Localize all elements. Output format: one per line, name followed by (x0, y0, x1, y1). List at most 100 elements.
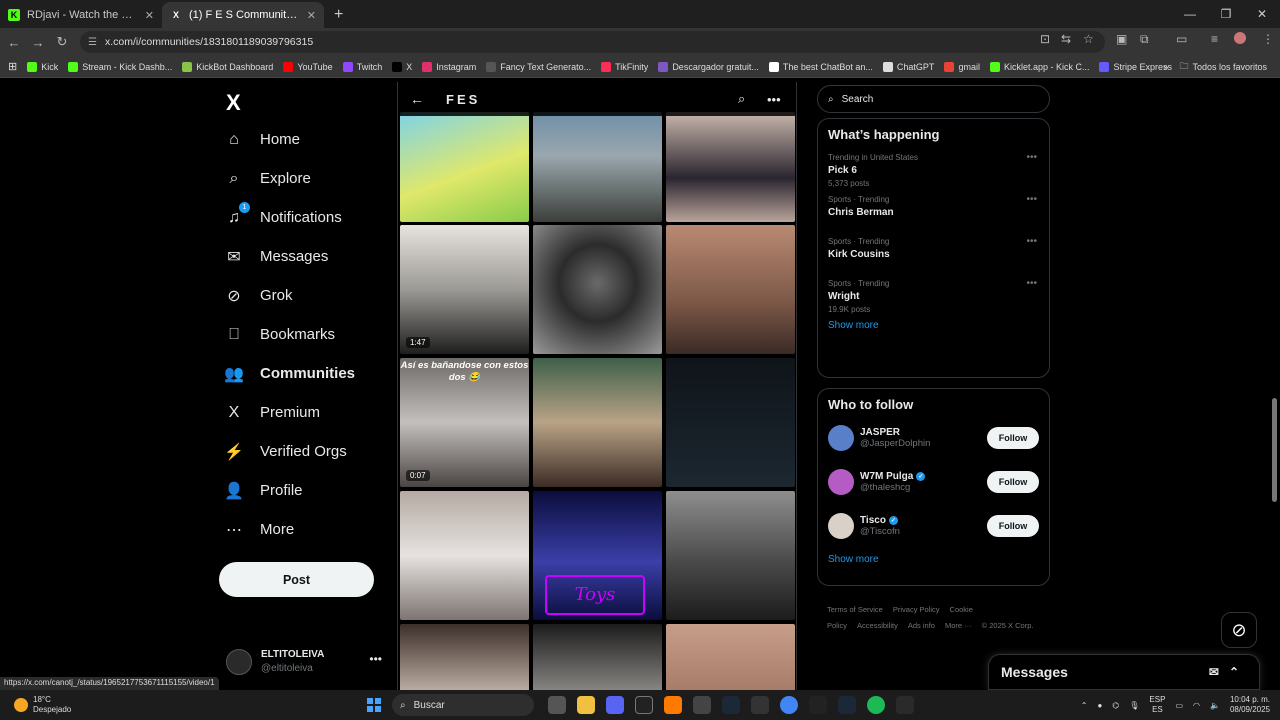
windows-start-icon[interactable] (367, 698, 381, 712)
search-input[interactable]: ⌕ Search (817, 85, 1050, 113)
nav-item-messages[interactable]: ✉ Messages (224, 237, 355, 276)
nav-item-verified-orgs[interactable]: ⚡ Verified Orgs (224, 432, 355, 471)
wifi-icon[interactable]: ◠ (1193, 701, 1200, 710)
nav-item-home[interactable]: ⌂ Home (224, 120, 355, 159)
browser-tab-kick[interactable]: K RDjavi - Watch the VOD on Kick ✕ (0, 2, 162, 28)
app-icon[interactable] (896, 696, 914, 714)
nav-item-grok[interactable]: ⊘ Grok (224, 276, 355, 315)
nav-item-notifications[interactable]: ♫ 1 Notifications (224, 198, 355, 237)
network-icon[interactable]: ⌬ (1112, 701, 1119, 710)
follow-button[interactable]: Follow (987, 471, 1039, 493)
media-thumbnail[interactable] (400, 112, 529, 222)
nav-item-premium[interactable]: X Premium (224, 393, 355, 432)
more-dots-icon[interactable]: ••• (1026, 236, 1037, 247)
translate-icon[interactable]: ⇆ (1061, 32, 1071, 46)
media-thumbnail[interactable] (400, 491, 529, 620)
show-more-link[interactable]: Show more (818, 554, 1049, 565)
follow-suggestion[interactable]: Tisco ✓ @Tiscofn Follow (818, 504, 1049, 548)
media-thumbnail[interactable]: Así es bañandose con estos dos 😂 0:07 (400, 358, 529, 487)
trend-item[interactable]: Trending in United States Pick 6 5,373 pos… (818, 152, 1049, 194)
bookmark-2[interactable]: KickBot Dashboard (177, 61, 278, 72)
trend-item[interactable]: Sports · Trending Chris Berman ••• (818, 194, 1049, 236)
bookmark-10[interactable]: The best ChatBot an... (764, 61, 878, 72)
all-bookmarks-folder[interactable]: 🗀 Todos los favoritos (1174, 59, 1272, 75)
footer-link[interactable]: Privacy Policy (893, 605, 940, 614)
spotify-icon[interactable] (867, 696, 885, 714)
media-thumbnail[interactable]: Toys (533, 491, 662, 620)
address-bar[interactable]: ☰ x.com/i/communities/183180118903979631… (80, 31, 1105, 53)
media-thumbnail[interactable] (400, 624, 529, 690)
app-icon[interactable] (751, 696, 769, 714)
footer-link[interactable]: © 2025 X Corp. (982, 621, 1034, 630)
app-icon[interactable] (664, 696, 682, 714)
steam-icon[interactable] (722, 696, 740, 714)
speaker-icon[interactable]: 🔈 (1210, 701, 1220, 710)
new-message-icon[interactable]: ✉⌃ (1209, 665, 1249, 679)
footer-link[interactable]: Terms of Service (827, 605, 883, 614)
sidepanel-icon[interactable]: ▭ (1176, 32, 1187, 46)
monitor-icon[interactable]: ▭ (1175, 701, 1183, 710)
bookmarks-overflow[interactable]: » (1163, 62, 1168, 72)
bookmark-12[interactable]: gmail (939, 61, 985, 72)
media-thumbnail[interactable] (666, 491, 795, 620)
app-icon[interactable] (809, 696, 827, 714)
close-tab-icon[interactable]: ✕ (307, 9, 316, 22)
back-icon[interactable]: ← (2, 35, 26, 50)
reload-icon[interactable]: ↻ (50, 34, 74, 50)
close-tab-icon[interactable]: ✕ (145, 9, 154, 22)
install-icon[interactable]: ⊡ (1040, 32, 1050, 46)
restore-icon[interactable]: ❐ (1208, 0, 1244, 28)
bookmark-3[interactable]: YouTube (278, 61, 337, 72)
media-thumbnail[interactable]: 1:47 (400, 225, 529, 354)
obs-icon[interactable] (693, 696, 711, 714)
media-thumbnail[interactable] (666, 358, 795, 487)
show-more-link[interactable]: Show more (818, 320, 1049, 331)
browser-tab-x[interactable]: X (1) F E S Community / X ✕ (162, 2, 324, 28)
messages-drawer[interactable]: Messages ✉⌃ (988, 654, 1260, 690)
chrome-icon[interactable] (780, 696, 798, 714)
bookmark-8[interactable]: TikFinity (596, 61, 653, 72)
new-tab-button[interactable]: + (324, 6, 353, 28)
clock[interactable]: 10:04 p. m. 08/09/2025 (1230, 695, 1270, 715)
taskbar-search[interactable]: ⌕ Buscar (392, 694, 534, 716)
nav-item-more[interactable]: ⋯ More (224, 510, 355, 549)
footer-link[interactable]: Ads info (908, 621, 935, 630)
profile-avatar[interactable] (1234, 32, 1246, 44)
more-dots-icon[interactable]: ••• (369, 652, 382, 666)
nav-item-communities[interactable]: 👥 Communities (224, 354, 355, 393)
footer-link[interactable]: Accessibility (857, 621, 898, 630)
media-thumbnail[interactable] (533, 112, 662, 222)
bookmark-9[interactable]: Descargador gratuit... (653, 61, 764, 72)
file-explorer-icon[interactable] (577, 696, 595, 714)
chevron-up-icon[interactable]: ⌃ (1081, 701, 1088, 710)
bookmark-6[interactable]: Instagram (417, 61, 481, 72)
media-thumbnail[interactable] (666, 624, 795, 690)
close-window-icon[interactable]: ✕ (1244, 0, 1280, 28)
media-thumbnail[interactable] (666, 112, 795, 222)
menu-icon[interactable]: ⋮ (1262, 32, 1274, 46)
more-dots-icon[interactable]: ••• (767, 92, 781, 107)
account-switcher[interactable]: ELTITOLEIVA @eltitoleiva ••• (226, 644, 386, 680)
app-tray-icon[interactable]: ● (1097, 701, 1102, 710)
site-info-icon[interactable]: ☰ (88, 37, 97, 48)
x-logo[interactable]: X (226, 90, 241, 116)
task-view-icon[interactable] (548, 696, 566, 714)
star-icon[interactable]: ☆ (1083, 32, 1094, 46)
extension-icon[interactable]: ▣ (1116, 32, 1127, 46)
nav-item-profile[interactable]: 👤 Profile (224, 471, 355, 510)
bookmark-5[interactable]: X (387, 61, 417, 72)
trend-item[interactable]: Sports · Trending Kirk Cousins ••• (818, 236, 1049, 278)
apps-icon[interactable]: ⊞ (0, 60, 22, 73)
media-thumbnail[interactable] (666, 225, 795, 354)
bookmark-11[interactable]: ChatGPT (878, 61, 940, 72)
weather-widget[interactable]: 18°C Despejado (14, 695, 71, 715)
bookmark-4[interactable]: Twitch (338, 61, 388, 72)
bookmark-13[interactable]: Kicklet.app - Kick C... (985, 61, 1095, 72)
media-thumbnail[interactable] (533, 358, 662, 487)
microphone-icon[interactable]: 🎙 (1129, 701, 1139, 710)
media-thumbnail[interactable] (533, 225, 662, 354)
nav-item-bookmarks[interactable]: ⎕ Bookmarks (224, 315, 355, 354)
nav-item-explore[interactable]: ⌕ Explore (224, 159, 355, 198)
forward-icon[interactable]: → (26, 35, 50, 50)
follow-suggestion[interactable]: JASPER @JasperDolphin Follow (818, 416, 1049, 460)
